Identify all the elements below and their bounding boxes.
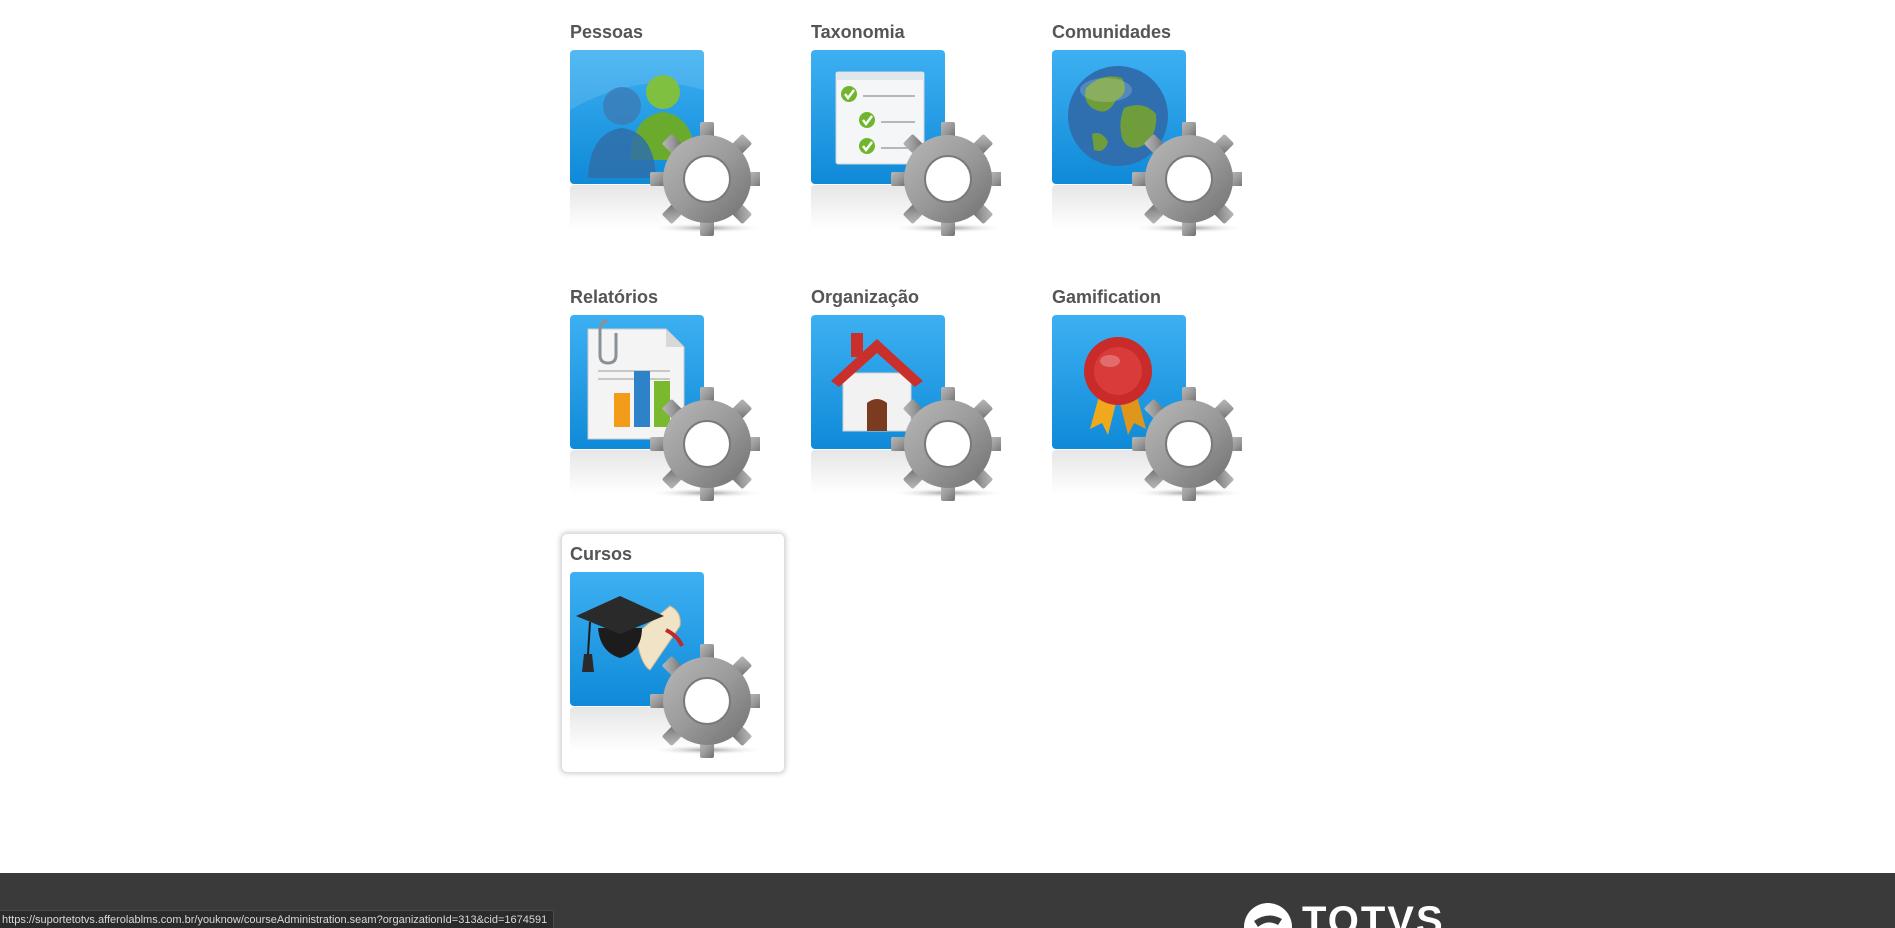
tile-comunidades[interactable]: Comunidades (1043, 10, 1267, 250)
checklist-icon (811, 50, 1001, 240)
globe-icon (1052, 50, 1242, 240)
tile-cursos[interactable]: Cursos (561, 533, 785, 773)
tile-organizacao[interactable]: Organização (802, 275, 1026, 515)
tile-label: Cursos (570, 544, 633, 564)
status-bar-url: https://suportetotvs.afferolablms.com.br… (0, 910, 555, 928)
tile-label: Taxonomia (811, 22, 905, 42)
tile-label: Relatórios (570, 287, 659, 307)
brand-name: TOTVS (1302, 901, 1445, 928)
report-chart-icon (570, 315, 760, 505)
tile-relatorios[interactable]: Relatórios (561, 275, 785, 515)
tile-label: Comunidades (1052, 22, 1172, 42)
tile-taxonomia[interactable]: Taxonomia (802, 10, 1026, 250)
tile-gamification[interactable]: Gamification (1043, 275, 1267, 515)
totvs-logo[interactable]: TOTVS (1242, 901, 1445, 928)
tile-label: Pessoas (570, 22, 644, 42)
people-icon (570, 50, 760, 240)
graduation-cap-icon (570, 572, 760, 762)
admin-page: Pessoas Taxonomia Comunidades Relatórios… (0, 0, 1895, 928)
totvs-logo-icon (1244, 903, 1292, 928)
award-seal-icon (1052, 315, 1242, 505)
tile-pessoas[interactable]: Pessoas (561, 10, 785, 250)
tile-label: Organização (811, 287, 920, 307)
tile-label: Gamification (1052, 287, 1162, 307)
house-icon (811, 315, 1001, 505)
